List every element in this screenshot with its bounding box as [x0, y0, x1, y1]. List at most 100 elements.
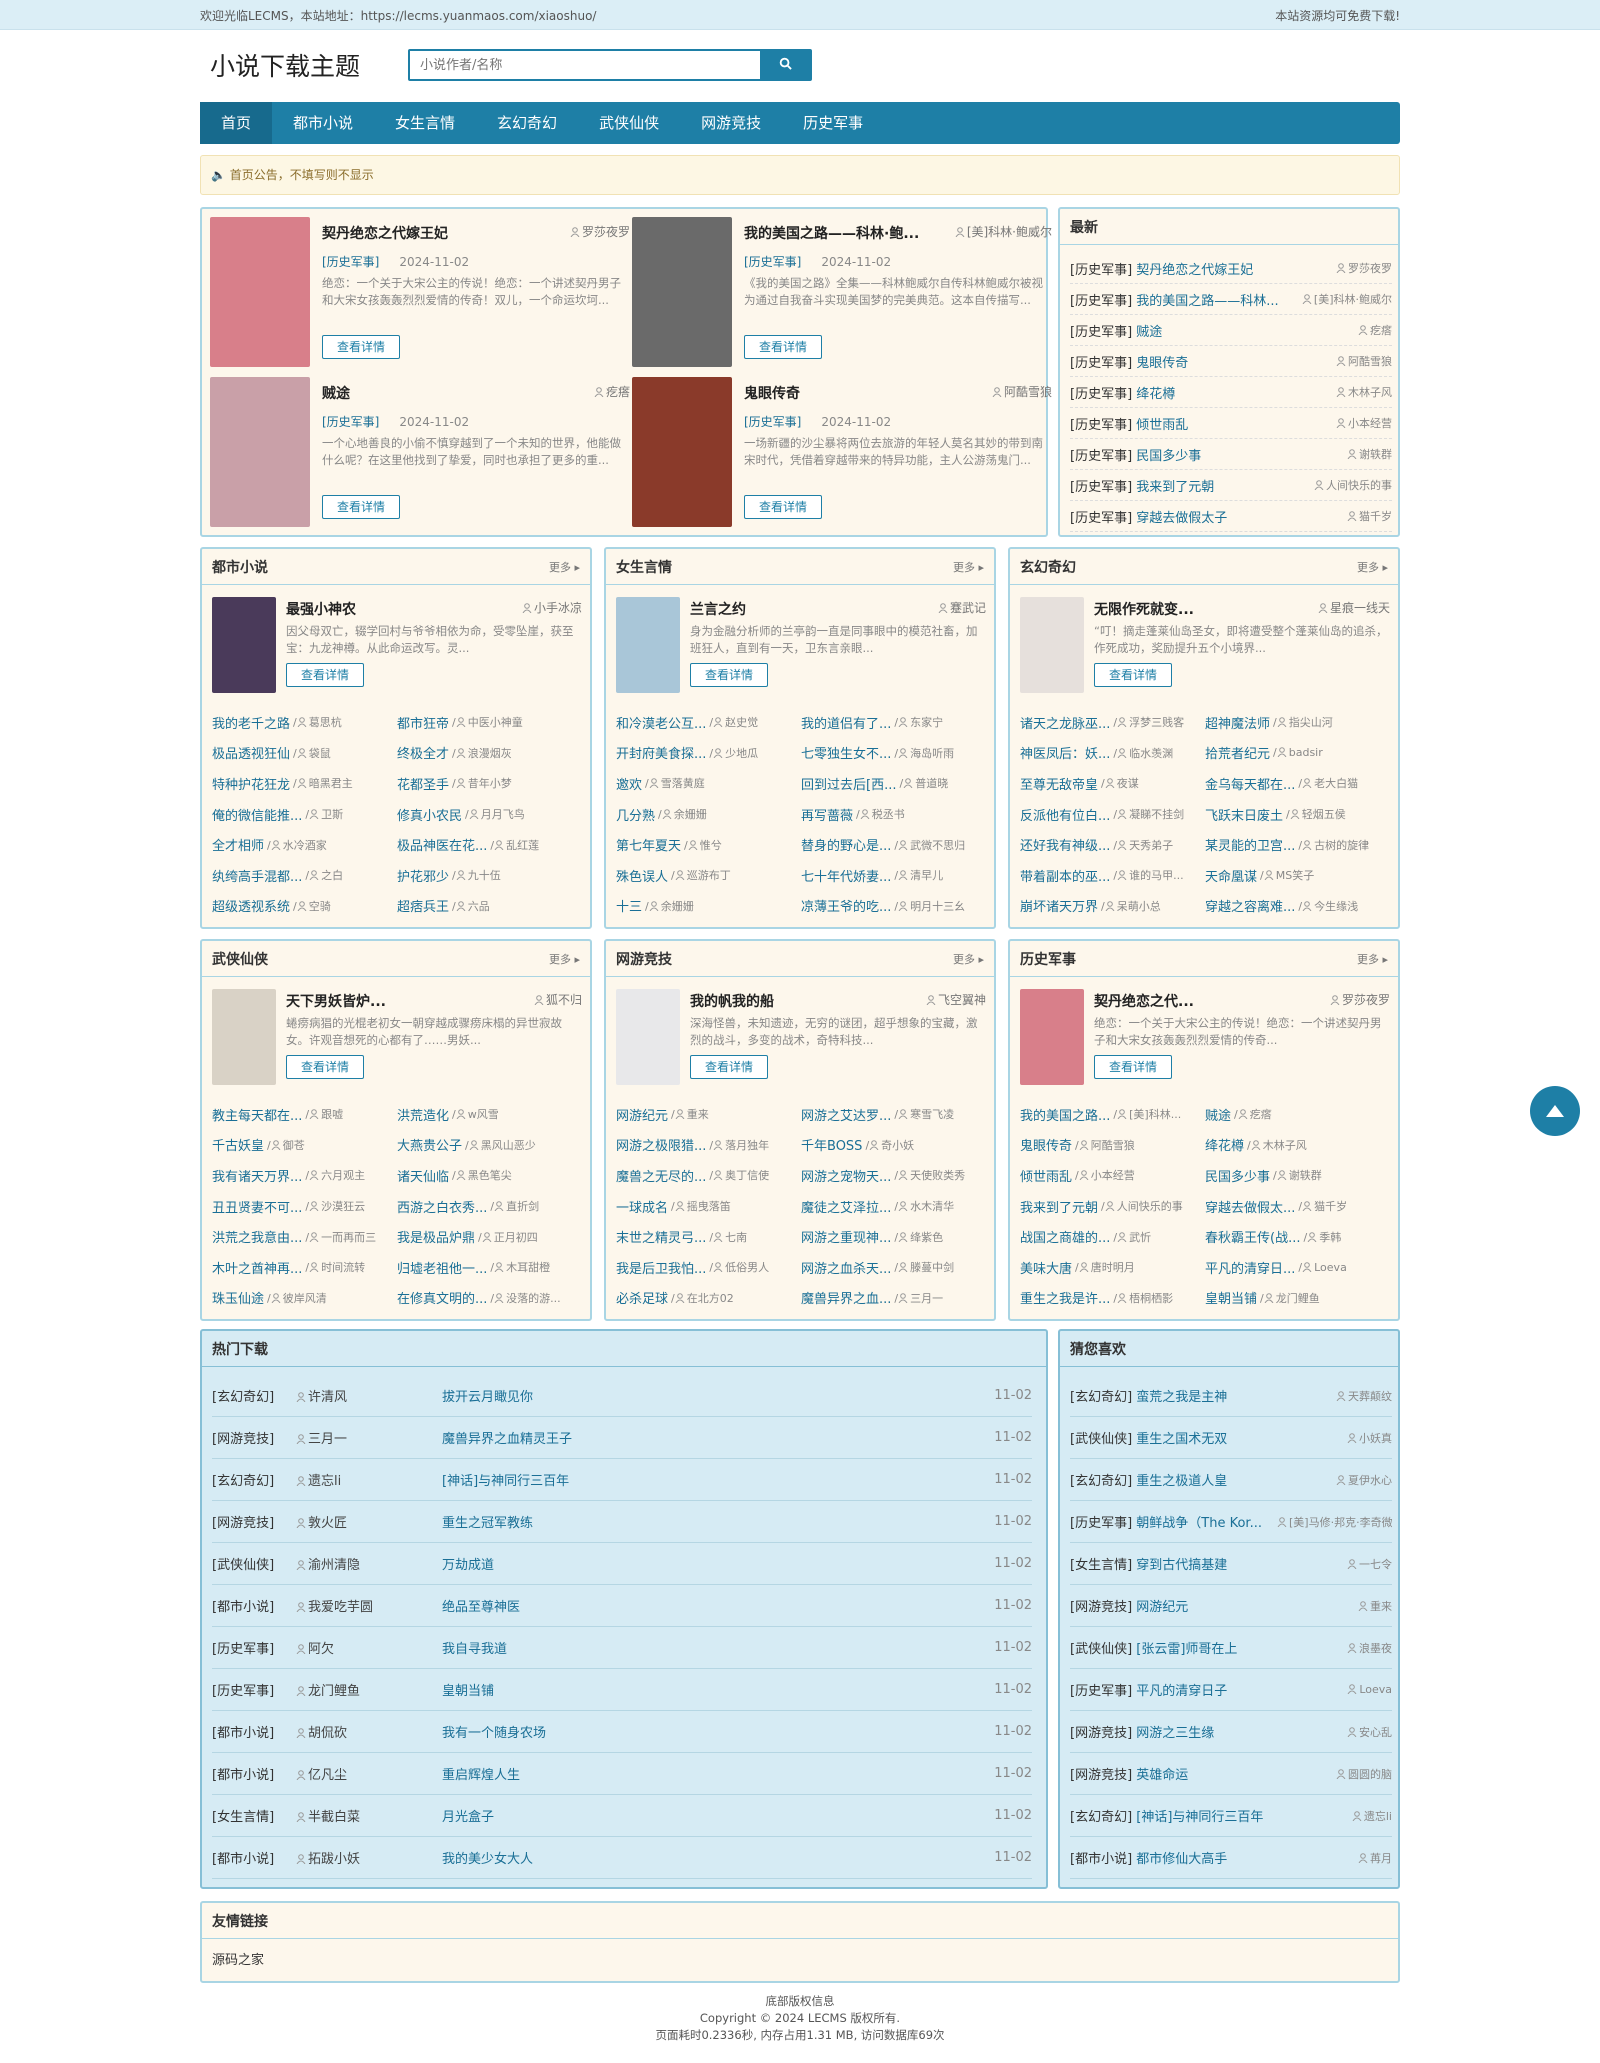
list-item[interactable]: 魔徒之艾泽拉... / 水木清华	[801, 1191, 986, 1222]
list-item[interactable]: 末世之精灵弓... / 七南	[616, 1221, 801, 1252]
list-item[interactable]: 归墟老祖他一... / 木耳甜橙	[397, 1252, 582, 1283]
view-detail-button[interactable]: 查看详情	[690, 1055, 768, 1079]
link-item[interactable]: 源码之家	[202, 1939, 1398, 1978]
table-row[interactable]: [网游竞技] 敦火匠 重生之冠军教练 11-02	[212, 1501, 1032, 1543]
book-cover-image[interactable]	[212, 597, 276, 693]
list-item[interactable]: 纨绔高手混都... / 之白	[212, 860, 397, 891]
nav-item[interactable]: 都市小说	[272, 102, 374, 144]
search-input[interactable]	[410, 51, 760, 79]
list-item[interactable]: [都市小说] 都市修仙大高手 苒月	[1070, 1837, 1392, 1879]
nav-item[interactable]: 女生言情	[374, 102, 476, 144]
list-item[interactable]: 七零独生女不... / 海岛听雨	[801, 738, 986, 769]
table-row[interactable]: [历史军事] 阿欠 我自寻我道 11-02	[212, 1627, 1032, 1669]
list-item[interactable]: 极品神医在花... / 乱红莲	[397, 829, 582, 860]
table-row[interactable]: [都市小说] 我爱吃芋圆 绝品至尊神医 11-02	[212, 1585, 1032, 1627]
list-item[interactable]: 鬼眼传奇 / 阿酷雪狼	[1020, 1130, 1205, 1161]
book-title[interactable]: 我的帆我的船	[690, 991, 830, 1011]
list-item[interactable]: [网游竞技] 网游之三生缘 安心乱	[1070, 1711, 1392, 1753]
list-item[interactable]: 西游之白衣秀... / 直折剑	[397, 1191, 582, 1222]
list-item[interactable]: [武侠仙侠] [张云雷]师哥在上 浪墨夜	[1070, 1627, 1392, 1669]
list-item[interactable]: 我的美国之路... / [美]科林...	[1020, 1099, 1205, 1130]
list-item[interactable]: 带着副本的巫... / 谁的马甲...	[1020, 860, 1205, 891]
table-row[interactable]: [历史军事] 龙门鲤鱼 皇朝当铺 11-02	[212, 1669, 1032, 1711]
list-item[interactable]: 民国多少事 / 谢轶群	[1205, 1160, 1390, 1191]
book-title[interactable]: 无限作死就变...	[1094, 599, 1234, 619]
list-item[interactable]: 洪荒之我意由... / 一而再而三	[212, 1221, 397, 1252]
list-item[interactable]: 替身的野心是... / 武微不思归	[801, 829, 986, 860]
book-cover-image[interactable]	[210, 377, 310, 527]
list-item[interactable]: 崩坏诸天万界 / 呆萌小总	[1020, 891, 1205, 922]
latest-item[interactable]: [历史军事] 我的美国之路——科林... [美]科林·鲍威尔	[1070, 284, 1392, 315]
list-item[interactable]: 超神魔法师 / 指尖山河	[1205, 707, 1390, 738]
list-item[interactable]: 飞跃末日废土 / 轻烟五侯	[1205, 799, 1390, 830]
list-item[interactable]: 殊色误人 / 巡游布丁	[616, 860, 801, 891]
book-title[interactable]: 贼途	[322, 383, 522, 403]
book-title[interactable]: 契丹绝恋之代嫁王妃	[322, 223, 522, 243]
list-item[interactable]: 教主每天都在... / 跟嘘	[212, 1099, 397, 1130]
list-item[interactable]: 开封府美食探... / 少地瓜	[616, 738, 801, 769]
latest-item[interactable]: [历史军事] 我来到了元朝 人间快乐的事	[1070, 470, 1392, 501]
more-link[interactable]: 更多 ▸	[549, 951, 580, 967]
list-item[interactable]: 拾荒者纪元 / badsir	[1205, 738, 1390, 769]
view-detail-button[interactable]: 查看详情	[1094, 663, 1172, 687]
view-detail-button[interactable]: 查看详情	[286, 663, 364, 687]
list-item[interactable]: 千年BOSS / 奇小妖	[801, 1130, 986, 1161]
back-to-top-button[interactable]	[1530, 1086, 1580, 1136]
list-item[interactable]: 再写蔷薇 / 税丞书	[801, 799, 986, 830]
book-cover-image[interactable]	[210, 217, 310, 367]
list-item[interactable]: [武侠仙侠] 重生之国术无双 小妖真	[1070, 1417, 1392, 1459]
list-item[interactable]: 反派他有位白... / 凝睇不挂剑	[1020, 799, 1205, 830]
more-link[interactable]: 更多 ▸	[1357, 951, 1388, 967]
list-item[interactable]: 还好我有神级... / 天秀弟子	[1020, 829, 1205, 860]
list-item[interactable]: 春秋霸王传(战... / 季韩	[1205, 1221, 1390, 1252]
list-item[interactable]: 网游之极限猎... / 落月独年	[616, 1130, 801, 1161]
latest-item[interactable]: [历史军事] 贼途 疙瘩	[1070, 315, 1392, 346]
book-cover-image[interactable]	[632, 217, 732, 367]
list-item[interactable]: 极品透视狂仙 / 袋鼠	[212, 738, 397, 769]
list-item[interactable]: 诸天之龙脉巫... / 浮梦三贱客	[1020, 707, 1205, 738]
list-item[interactable]: 邀欢 / 雪落黄庭	[616, 768, 801, 799]
list-item[interactable]: 美味大唐 / 唐时明月	[1020, 1252, 1205, 1283]
nav-item[interactable]: 首页	[200, 102, 273, 144]
nav-item[interactable]: 武侠仙侠	[578, 102, 680, 144]
table-row[interactable]: [都市小说] 亿凡尘 重启辉煌人生 11-02	[212, 1753, 1032, 1795]
list-item[interactable]: 平凡的清穿日... / Loeva	[1205, 1252, 1390, 1283]
view-detail-button[interactable]: 查看详情	[744, 335, 822, 359]
view-detail-button[interactable]: 查看详情	[744, 495, 822, 519]
list-item[interactable]: 我有诸天万界... / 六月观主	[212, 1160, 397, 1191]
table-row[interactable]: [玄幻奇幻] 遗忘li [神话]与神同行三百年 11-02	[212, 1459, 1032, 1501]
table-row[interactable]: [武侠仙侠] 渝州清隐 万劫成道 11-02	[212, 1543, 1032, 1585]
list-item[interactable]: 回到过去后[西... / 普道晓	[801, 768, 986, 799]
list-item[interactable]: 千古妖皇 / 御苍	[212, 1130, 397, 1161]
nav-item[interactable]: 网游竞技	[680, 102, 782, 144]
table-row[interactable]: [玄幻奇幻] 许清风 拔开云月瞰见你 11-02	[212, 1375, 1032, 1417]
book-cover-image[interactable]	[212, 989, 276, 1085]
list-item[interactable]: 七十年代娇妻... / 清早儿	[801, 860, 986, 891]
latest-item[interactable]: [历史军事] 穿越去做假太子 猫千岁	[1070, 501, 1392, 532]
list-item[interactable]: 必杀足球 / 在北方02	[616, 1283, 801, 1314]
list-item[interactable]: 我的老千之路 / 葛思杭	[212, 707, 397, 738]
more-link[interactable]: 更多 ▸	[953, 559, 984, 575]
table-row[interactable]: [都市小说] 拓跋小妖 我的美少女大人 11-02	[212, 1837, 1032, 1879]
list-item[interactable]: 我的道侣有了... / 东家宁	[801, 707, 986, 738]
list-item[interactable]: 护花邪少 / 九十伍	[397, 860, 582, 891]
list-item[interactable]: 特种护花狂龙 / 暗黑君主	[212, 768, 397, 799]
list-item[interactable]: [网游竞技] 网游纪元 重来	[1070, 1585, 1392, 1627]
list-item[interactable]: 俺的微信能推... / 卫斯	[212, 799, 397, 830]
list-item[interactable]: 在修真文明的... / 没落的游...	[397, 1283, 582, 1314]
list-item[interactable]: 神医凤后：妖... / 临水羡渊	[1020, 738, 1205, 769]
book-cover-image[interactable]	[616, 989, 680, 1085]
list-item[interactable]: 木叶之酋神再... / 时间流转	[212, 1252, 397, 1283]
latest-item[interactable]: [历史军事] 契丹绝恋之代嫁王妃 罗莎夜罗	[1070, 253, 1392, 284]
list-item[interactable]: 十三 / 余姗姗	[616, 891, 801, 922]
list-item[interactable]: 全才相师 / 水冷酒家	[212, 829, 397, 860]
list-item[interactable]: 终极全才 / 浪漫烟灰	[397, 738, 582, 769]
list-item[interactable]: 倾世雨乱 / 小本经营	[1020, 1160, 1205, 1191]
list-item[interactable]: 至尊无敌帝皇 / 夜谋	[1020, 768, 1205, 799]
list-item[interactable]: 凉薄王爷的吃... / 明月十三幺	[801, 891, 986, 922]
more-link[interactable]: 更多 ▸	[953, 951, 984, 967]
nav-item[interactable]: 玄幻奇幻	[476, 102, 578, 144]
list-item[interactable]: 超痞兵王 / 六品	[397, 891, 582, 922]
list-item[interactable]: 超级透视系统 / 空骑	[212, 891, 397, 922]
list-item[interactable]: 某灵能的卫宫... / 古树的旋律	[1205, 829, 1390, 860]
